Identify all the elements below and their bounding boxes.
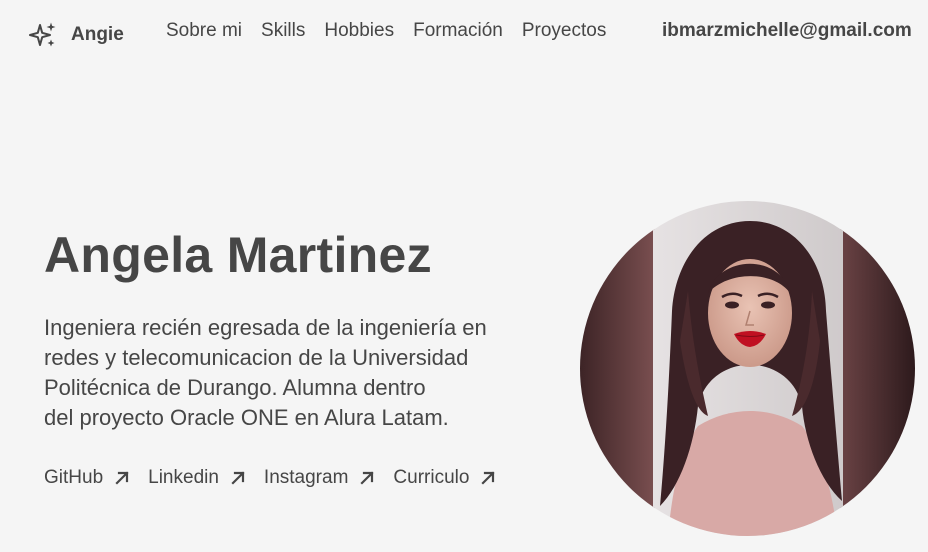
nav-link-formacion[interactable]: Formación <box>413 20 503 42</box>
github-link[interactable]: GitHub <box>44 467 130 489</box>
brand[interactable]: Angie <box>29 21 124 49</box>
linkedin-link-label: Linkedin <box>148 467 219 488</box>
linkedin-link[interactable]: Linkedin <box>148 467 246 489</box>
curriculo-link-label: Curriculo <box>393 467 470 488</box>
hero-description-line: del proyecto Oracle ONE en Alura Latam. <box>44 405 449 430</box>
nav-links: Sobre mi Skills Hobbies Formación Proyec… <box>166 20 606 42</box>
arrow-up-right-icon <box>360 471 374 485</box>
brand-name: Angie <box>71 24 124 45</box>
hero-title: Angela Martinez <box>44 227 432 283</box>
sparkles-icon <box>29 22 56 47</box>
hero-description: Ingeniera recién egresada de la ingenier… <box>44 313 574 433</box>
arrow-up-right-icon <box>231 471 245 485</box>
arrow-up-right-icon <box>481 471 495 485</box>
instagram-link-label: Instagram <box>263 467 349 488</box>
hero-description-line: Politécnica de Durango. Alumna dentro <box>44 375 426 400</box>
nav-link-sobre-mi[interactable]: Sobre mi <box>166 20 242 42</box>
nav-link-proyectos[interactable]: Proyectos <box>522 20 606 42</box>
github-link-label: GitHub <box>44 467 104 488</box>
hero-description-line: redes y telecomunicacion de la Universid… <box>44 345 469 370</box>
hero-description-line: Ingeniera recién egresada de la ingenier… <box>44 315 487 340</box>
nav-link-skills[interactable]: Skills <box>261 20 305 42</box>
navbar: Angie Sobre mi Skills Hobbies Formación … <box>0 0 928 64</box>
curriculo-link[interactable]: Curriculo <box>393 467 496 489</box>
instagram-link[interactable]: Instagram <box>264 467 375 489</box>
social-links: GitHub Linkedin Instagram Curriculo <box>44 467 514 489</box>
nav-link-hobbies[interactable]: Hobbies <box>324 20 394 42</box>
arrow-up-right-icon <box>115 471 129 485</box>
email-link[interactable]: ibmarzmichelle@gmail.com <box>662 20 912 42</box>
profile-photo <box>580 201 915 536</box>
